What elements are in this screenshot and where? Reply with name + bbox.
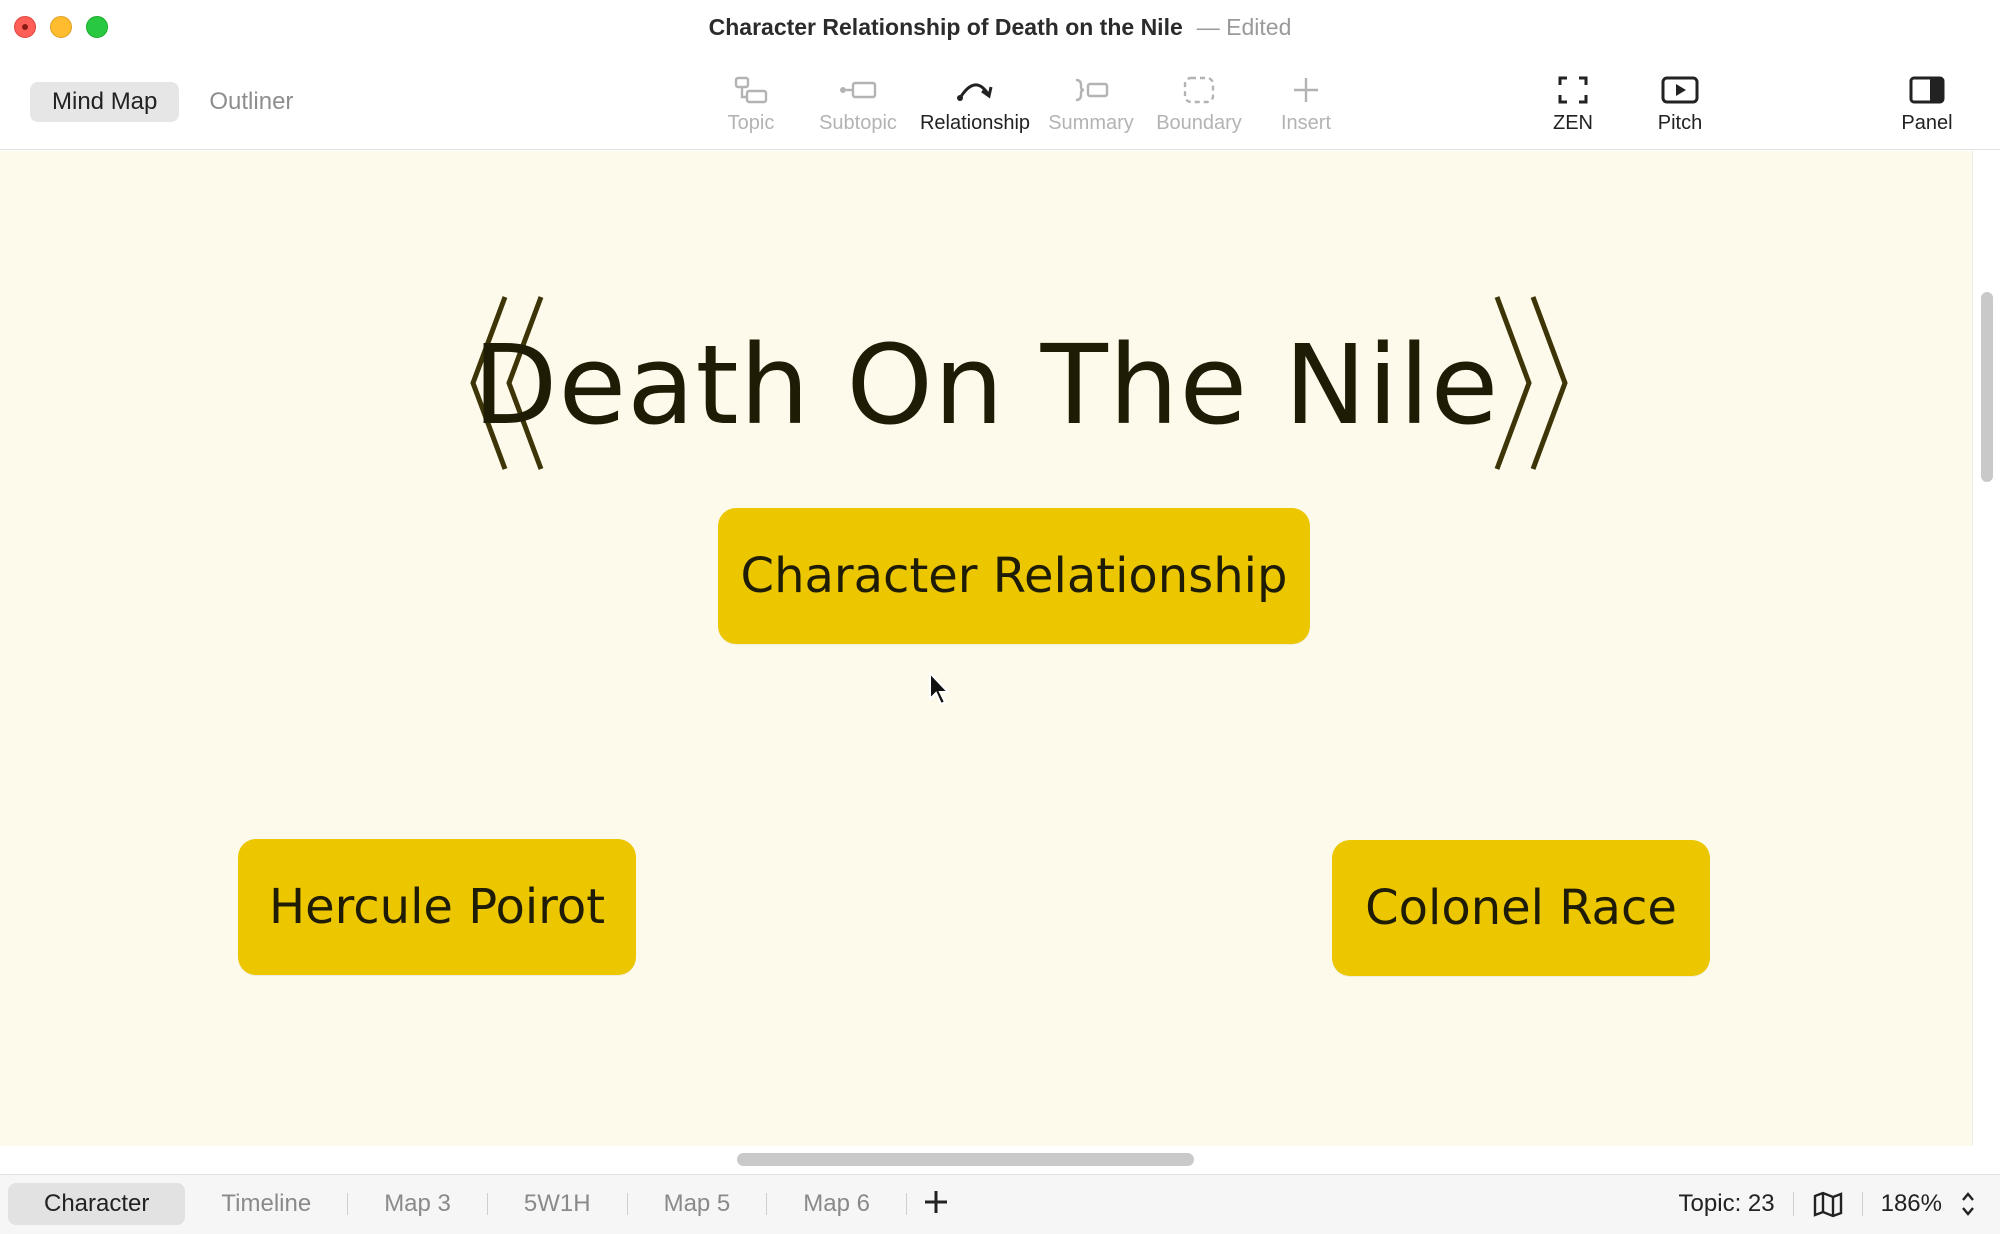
plus-icon <box>924 1191 947 1213</box>
boundary-button[interactable]: Boundary <box>1139 70 1259 135</box>
relationship-icon <box>915 70 1035 110</box>
topic-label: Topic <box>727 112 775 134</box>
summary-icon <box>1031 70 1151 110</box>
zen-button[interactable]: ZEN <box>1513 70 1633 135</box>
sheet-tab-map-5[interactable]: Map 5 <box>628 1183 767 1225</box>
right-double-angle-bracket-icon <box>1494 296 1568 470</box>
sidebar-panel-icon <box>1867 70 1987 110</box>
summary-label: Summary <box>1048 112 1134 134</box>
map-icon[interactable] <box>1812 1190 1844 1218</box>
view-switcher: Mind Map Outliner <box>30 82 315 122</box>
subtopic-label: Subtopic <box>819 112 897 134</box>
status-area: Topic: 23 186% <box>1679 1183 1976 1225</box>
edited-indicator: — Edited <box>1196 14 1292 40</box>
boundary-label: Boundary <box>1156 112 1242 134</box>
subtopic-icon <box>798 70 918 110</box>
zoom-stepper-chevrons-icon[interactable] <box>1960 1190 1976 1218</box>
pitch-button[interactable]: Pitch <box>1620 70 1740 135</box>
sheet-tab-map-3[interactable]: Map 3 <box>348 1183 487 1225</box>
mouse-pointer-icon <box>929 671 950 706</box>
outliner-view-button[interactable]: Outliner <box>187 82 315 122</box>
summary-button[interactable]: Summary <box>1031 70 1151 135</box>
subtopic-button[interactable]: Subtopic <box>798 70 918 135</box>
panel-button[interactable]: Panel <box>1867 70 1987 135</box>
add-sheet-button[interactable] <box>907 1183 965 1225</box>
topic-colonel-race[interactable]: Colonel Race <box>1332 840 1710 976</box>
zoom-level[interactable]: 186% <box>1881 1190 1942 1218</box>
relationship-label: Relationship <box>919 112 1031 134</box>
plus-icon <box>1246 70 1366 110</box>
sheet-tab-5w1h[interactable]: 5W1H <box>488 1183 627 1225</box>
map-title[interactable]: Death On The Nile <box>0 321 1972 449</box>
vertical-scrollbar[interactable] <box>1981 292 1993 482</box>
mind-map-canvas[interactable]: Death On The Nile Character Relationship… <box>0 151 1972 1146</box>
horizontal-scrollbar[interactable] <box>737 1153 1194 1166</box>
topic-button[interactable]: Topic <box>691 70 811 135</box>
status-divider <box>1792 1192 1794 1216</box>
panel-label: Panel <box>1901 112 1953 134</box>
sheet-tabs: Character Timeline Map 3 5W1H Map 5 Map … <box>8 1183 965 1225</box>
sheet-bar: Character Timeline Map 3 5W1H Map 5 Map … <box>0 1174 2000 1234</box>
sheet-tab-character[interactable]: Character <box>8 1183 186 1225</box>
window-toolbar: Character Relationship of Death on the N… <box>0 0 2000 150</box>
insert-button[interactable]: Insert <box>1246 70 1366 135</box>
relationship-button[interactable]: Relationship <box>915 70 1035 135</box>
boundary-icon <box>1139 70 1259 110</box>
status-divider <box>1861 1192 1863 1216</box>
window-title: Character Relationship of Death on the N… <box>0 14 2000 41</box>
topic-hercule-poirot[interactable]: Hercule Poirot <box>238 839 636 975</box>
document-name: Character Relationship of Death on the N… <box>708 14 1183 40</box>
topic-icon <box>691 70 811 110</box>
mind-map-view-button[interactable]: Mind Map <box>30 82 180 122</box>
sheet-tab-timeline[interactable]: Timeline <box>185 1183 347 1225</box>
sheet-tab-map-6[interactable]: Map 6 <box>767 1183 906 1225</box>
fullscreen-icon <box>1513 70 1633 110</box>
pitch-label: Pitch <box>1657 112 1703 134</box>
zen-label: ZEN <box>1553 112 1593 134</box>
central-topic[interactable]: Character Relationship <box>718 508 1310 644</box>
insert-label: Insert <box>1280 112 1332 134</box>
topic-count: Topic: 23 <box>1678 1190 1775 1217</box>
play-icon <box>1620 70 1740 110</box>
